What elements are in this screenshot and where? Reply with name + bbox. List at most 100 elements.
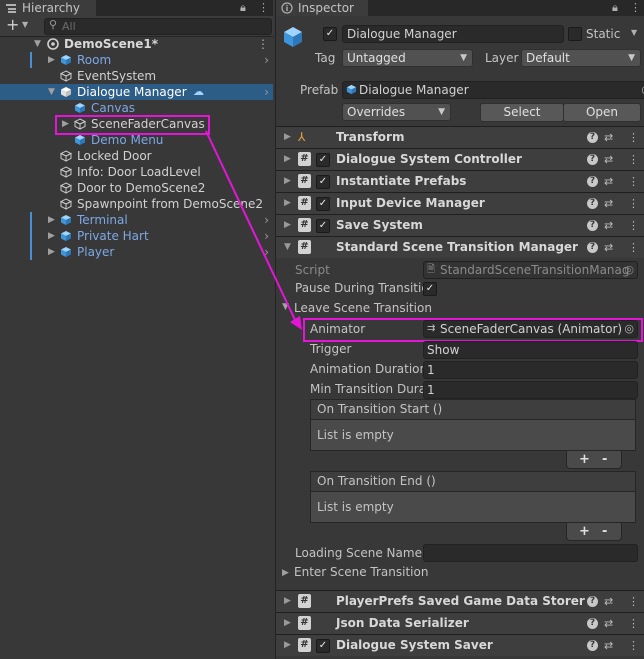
overrides-dropdown[interactable]: Overrides ▼ <box>342 103 451 121</box>
foldout-closed-icon[interactable]: ▶ <box>284 171 291 192</box>
foldout-closed-icon[interactable]: ▶ <box>48 212 55 228</box>
hierarchy-item[interactable]: ▶ Room › <box>0 52 273 68</box>
help-icon[interactable]: ? <box>587 220 598 231</box>
component-header[interactable]: ▶ # ✓ Dialogue System Saver? ⇄ ⋮ <box>276 634 644 656</box>
preset-icon[interactable]: ⇄ <box>604 171 613 192</box>
foldout-closed-icon[interactable]: ▶ <box>284 149 291 170</box>
component-enabled-checkbox[interactable]: ✓ <box>316 175 330 189</box>
active-checkbox[interactable]: ✓ <box>323 27 337 41</box>
preset-icon[interactable]: ⇄ <box>604 127 613 148</box>
static-checkbox[interactable] <box>568 27 582 41</box>
foldout-open-icon[interactable]: ▼ <box>282 302 289 312</box>
scene-row[interactable]: ▼ DemoScene1* ⋮ <box>0 36 273 52</box>
help-icon[interactable]: ? <box>587 242 598 253</box>
preset-icon[interactable]: ⇄ <box>604 149 613 170</box>
remove-item-button[interactable]: - <box>602 451 607 468</box>
loading-scene-field[interactable] <box>423 544 638 562</box>
hierarchy-item[interactable]: ▶ Terminal › <box>0 212 273 228</box>
add-item-button[interactable]: + <box>579 523 590 540</box>
search-field[interactable]: ⚲ All <box>44 18 272 35</box>
more-options-icon[interactable]: ⋮ <box>258 1 269 14</box>
foldout-closed-icon[interactable]: ▶ <box>284 215 291 236</box>
open-button[interactable]: Open <box>563 103 641 122</box>
add-button[interactable]: + <box>6 16 19 34</box>
chevron-right-icon[interactable]: › <box>264 228 269 244</box>
help-icon[interactable]: ? <box>587 154 598 165</box>
foldout-closed-icon[interactable]: ▶ <box>284 635 291 656</box>
foldout-closed-icon[interactable]: ▶ <box>48 244 55 260</box>
tag-dropdown[interactable]: Untagged ▼ <box>342 49 473 67</box>
prefab-field[interactable]: Dialogue Manager ◎ <box>342 81 644 99</box>
hierarchy-item[interactable]: Locked Door <box>0 148 273 164</box>
hierarchy-item[interactable]: EventSystem <box>0 68 273 84</box>
more-options-icon[interactable]: ⋮ <box>628 149 639 170</box>
pause-checkbox[interactable]: ✓ <box>423 282 437 296</box>
more-options-icon[interactable]: ⋮ <box>628 613 639 634</box>
remove-item-button[interactable]: - <box>602 523 607 540</box>
hierarchy-item[interactable]: ▶ Player › <box>0 244 273 260</box>
component-header[interactable]: ▶ ⅄ Transform? ⇄ ⋮ <box>276 126 644 148</box>
more-options-icon[interactable]: ⋮ <box>628 171 639 192</box>
foldout-open-icon[interactable]: ▼ <box>34 36 41 52</box>
add-dropdown-icon[interactable]: ▼ <box>22 20 28 29</box>
help-icon[interactable]: ? <box>587 132 598 143</box>
layer-dropdown[interactable]: Default ▼ <box>521 49 641 67</box>
foldout-closed-icon[interactable]: ▶ <box>282 568 289 578</box>
hierarchy-item[interactable]: Spawnpoint from DemoScene2 <box>0 196 273 212</box>
hierarchy-item[interactable]: ▶ Private Hart › <box>0 228 273 244</box>
chevron-right-icon[interactable]: › <box>264 52 269 68</box>
scene-menu-icon[interactable]: ⋮ <box>257 36 269 52</box>
tab-hierarchy[interactable]: Hierarchy <box>0 0 96 16</box>
min-transition-field[interactable]: 1 <box>423 381 638 399</box>
more-options-icon[interactable]: ⋮ <box>628 193 639 214</box>
component-header[interactable]: ▶ # ✓ Save System? ⇄ ⋮ <box>276 214 644 236</box>
help-icon[interactable]: ? <box>587 596 598 607</box>
preset-icon[interactable]: ⇄ <box>604 613 613 634</box>
foldout-closed-icon[interactable]: ▶ <box>284 591 291 612</box>
static-dropdown-icon[interactable]: ▼ <box>631 28 637 37</box>
object-name-field[interactable]: Dialogue Manager <box>342 25 564 43</box>
more-options-icon[interactable]: ⋮ <box>630 1 641 14</box>
foldout-closed-icon[interactable]: ▶ <box>284 127 291 148</box>
lock-icon[interactable]: 🔒︎ <box>240 1 246 15</box>
foldout-closed-icon[interactable]: ▶ <box>48 228 55 244</box>
component-header[interactable]: ▶ # ✓ Input Device Manager? ⇄ ⋮ <box>276 192 644 214</box>
help-icon[interactable]: ? <box>587 618 598 629</box>
preset-icon[interactable]: ⇄ <box>604 215 613 236</box>
help-icon[interactable]: ? <box>587 640 598 651</box>
foldout-closed-icon[interactable]: ▶ <box>284 613 291 634</box>
more-options-icon[interactable]: ⋮ <box>628 215 639 236</box>
chevron-right-icon[interactable]: › <box>264 212 269 228</box>
component-enabled-checkbox[interactable]: ✓ <box>316 639 330 653</box>
chevron-right-icon[interactable]: › <box>264 244 269 260</box>
more-options-icon[interactable]: ⋮ <box>628 237 639 258</box>
foldout-open-icon[interactable]: ▼ <box>48 84 55 100</box>
add-item-button[interactable]: + <box>579 451 590 468</box>
more-options-icon[interactable]: ⋮ <box>628 635 639 656</box>
hierarchy-item[interactable]: Door to DemoScene2 <box>0 180 273 196</box>
more-options-icon[interactable]: ⋮ <box>628 591 639 612</box>
more-options-icon[interactable]: ⋮ <box>628 127 639 148</box>
foldout-closed-icon[interactable]: ▶ <box>48 52 55 68</box>
preset-icon[interactable]: ⇄ <box>604 635 613 656</box>
foldout-closed-icon[interactable]: ▶ <box>284 193 291 214</box>
preset-icon[interactable]: ⇄ <box>604 193 613 214</box>
hierarchy-item[interactable]: Info: Door LoadLevel <box>0 164 273 180</box>
lock-icon[interactable]: 🔒︎ <box>612 1 618 15</box>
chevron-right-icon[interactable]: › <box>264 84 269 100</box>
component-enabled-checkbox[interactable]: ✓ <box>316 197 330 211</box>
help-icon[interactable]: ? <box>587 176 598 187</box>
component-header[interactable]: ▶ # ✓ Dialogue System Controller? ⇄ ⋮ <box>276 148 644 170</box>
component-enabled-checkbox[interactable]: ✓ <box>316 153 330 167</box>
help-icon[interactable]: ? <box>587 198 598 209</box>
hierarchy-item[interactable]: ▼ Dialogue Manager ☁ › <box>0 84 273 100</box>
preset-icon[interactable]: ⇄ <box>604 591 613 612</box>
component-enabled-checkbox[interactable]: ✓ <box>316 219 330 233</box>
component-header[interactable]: ▼ # Standard Scene Transition Manager? ⇄ ⋮ <box>276 236 644 258</box>
foldout-open-icon[interactable]: ▼ <box>284 237 291 258</box>
tab-inspector[interactable]: Inspector <box>276 0 368 16</box>
hierarchy-item[interactable]: Canvas <box>0 100 273 116</box>
component-header[interactable]: ▶ # PlayerPrefs Saved Game Data Storer? ⇄ ⋮ <box>276 590 644 612</box>
trigger-field[interactable]: Show <box>423 341 638 359</box>
preset-icon[interactable]: ⇄ <box>604 237 613 258</box>
